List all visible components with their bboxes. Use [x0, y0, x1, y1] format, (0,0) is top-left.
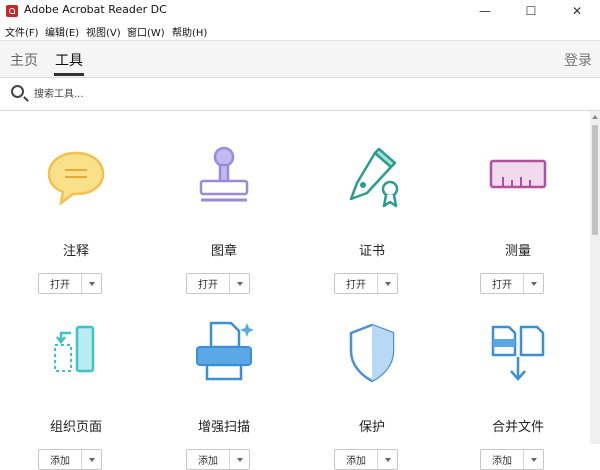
comment-icon — [47, 151, 105, 206]
close-button[interactable]: ✕ — [554, 0, 600, 22]
maximize-button[interactable]: ☐ — [508, 0, 554, 22]
tools-grid: 注释 打开 图章 打开 证书 打开 测量 打开 组织页面 添加 增强扫描 添加 … — [0, 111, 590, 470]
open-button[interactable]: 打开 — [39, 274, 82, 293]
scan-icon — [196, 321, 254, 381]
dropdown-caret[interactable] — [82, 274, 101, 293]
scroll-up-icon[interactable] — [592, 115, 598, 119]
tool-action-group: 添加 — [480, 449, 544, 470]
menu-file[interactable]: 文件(F) — [5, 24, 39, 39]
tool-label: 注释 — [62, 244, 89, 259]
chevron-down-icon — [530, 281, 537, 286]
chevron-down-icon — [88, 281, 95, 286]
tool-action-group: 打开 — [38, 273, 102, 294]
tab-bar: 主页 工具 登录 — [0, 41, 600, 78]
dropdown-caret[interactable] — [378, 450, 397, 469]
search-icon — [11, 85, 24, 98]
search-bar — [0, 78, 600, 111]
open-button[interactable]: 打开 — [481, 274, 524, 293]
tool-action-group: 打开 — [186, 273, 250, 294]
tool-action-group: 打开 — [480, 273, 544, 294]
chevron-down-icon — [384, 281, 391, 286]
tab-tools[interactable]: 工具 — [55, 50, 83, 70]
dropdown-caret[interactable] — [230, 450, 249, 469]
tool-label: 测量 — [504, 244, 531, 259]
combine-files-icon — [491, 325, 545, 381]
tool-label: 证书 — [358, 244, 385, 259]
scroll-thumb[interactable] — [592, 125, 598, 235]
add-button[interactable]: 添加 — [481, 450, 524, 469]
tool-action-group: 添加 — [38, 449, 102, 470]
active-tab-indicator — [54, 73, 84, 76]
tool-label: 组织页面 — [49, 420, 102, 435]
tool-label: 图章 — [210, 244, 237, 259]
tab-home[interactable]: 主页 — [10, 50, 38, 70]
menu-bar: 文件(F) 编辑(E) 视图(V) 窗口(W) 帮助(H) — [0, 22, 600, 41]
menu-edit[interactable]: 编辑(E) — [45, 24, 79, 39]
tool-label: 合并文件 — [491, 420, 544, 435]
shield-icon — [349, 323, 395, 383]
add-button[interactable]: 添加 — [187, 450, 230, 469]
dropdown-caret[interactable] — [82, 450, 101, 469]
organize-pages-icon — [54, 325, 95, 373]
chevron-down-icon — [384, 457, 391, 462]
chevron-down-icon — [88, 457, 95, 462]
window-title: Adobe Acrobat Reader DC — [24, 3, 167, 16]
open-button[interactable]: 打开 — [187, 274, 230, 293]
open-button[interactable]: 打开 — [335, 274, 378, 293]
signin-link[interactable]: 登录 — [564, 50, 592, 70]
menu-window[interactable]: 窗口(W) — [127, 24, 165, 39]
chevron-down-icon — [530, 457, 537, 462]
chevron-down-icon — [236, 457, 243, 462]
chevron-down-icon — [236, 281, 243, 286]
vertical-scrollbar[interactable] — [590, 111, 600, 444]
title-bar: Adobe Acrobat Reader DC — ☐ ✕ — [0, 0, 600, 22]
ruler-icon — [489, 159, 547, 189]
add-button[interactable]: 添加 — [39, 450, 82, 469]
menu-help[interactable]: 帮助(H) — [172, 24, 207, 39]
minimize-button[interactable]: — — [462, 0, 508, 22]
tool-action-group: 打开 — [334, 273, 398, 294]
dropdown-caret[interactable] — [378, 274, 397, 293]
add-button[interactable]: 添加 — [335, 450, 378, 469]
stamp-icon — [199, 146, 249, 202]
dropdown-caret[interactable] — [524, 274, 543, 293]
tool-action-group: 添加 — [186, 449, 250, 470]
tool-action-group: 添加 — [334, 449, 398, 470]
tool-label: 保护 — [358, 420, 385, 435]
dropdown-caret[interactable] — [524, 450, 543, 469]
acrobat-logo-icon — [6, 5, 18, 17]
certificate-icon — [349, 147, 399, 208]
dropdown-caret[interactable] — [230, 274, 249, 293]
menu-view[interactable]: 视图(V) — [86, 24, 121, 39]
search-input[interactable] — [34, 85, 334, 103]
tool-label: 增强扫描 — [197, 420, 250, 435]
